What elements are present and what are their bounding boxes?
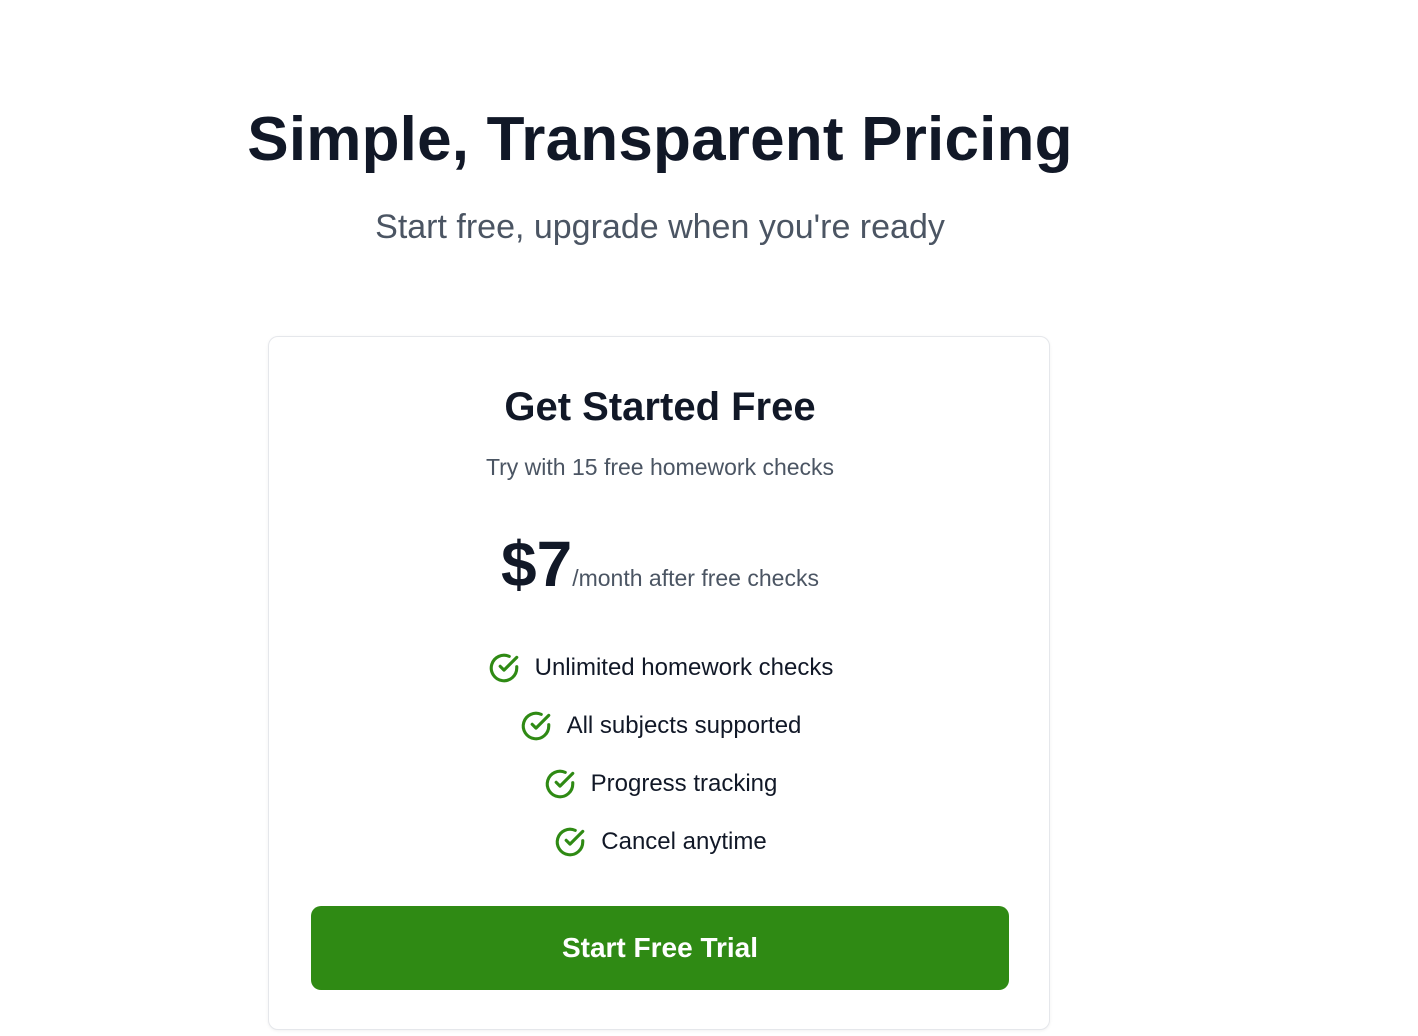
feature-label: All subjects supported bbox=[566, 712, 802, 739]
start-free-trial-button[interactable]: Start Free Trial bbox=[311, 906, 1009, 990]
feature-item: Progress tracking bbox=[269, 755, 1051, 813]
feature-label: Progress tracking bbox=[590, 770, 778, 797]
pricing-page: Simple, Transparent Pricing Start free, … bbox=[0, 0, 1418, 1036]
pricing-card: Get Started Free Try with 15 free homewo… bbox=[268, 336, 1050, 1030]
check-circle-icon bbox=[553, 825, 587, 859]
check-circle-icon bbox=[543, 767, 577, 801]
plan-tagline: Try with 15 free homework checks bbox=[485, 454, 835, 480]
check-circle-icon bbox=[519, 709, 553, 743]
feature-label: Cancel anytime bbox=[601, 828, 767, 855]
price-row: $7/month after free checks bbox=[269, 527, 1051, 601]
feature-item: Cancel anytime bbox=[269, 813, 1051, 871]
plan-name: Get Started Free bbox=[504, 385, 816, 429]
feature-item: Unlimited homework checks bbox=[269, 639, 1051, 697]
feature-item: All subjects supported bbox=[269, 697, 1051, 755]
page-title: Simple, Transparent Pricing bbox=[247, 105, 1073, 174]
price-period: /month after free checks bbox=[572, 565, 819, 591]
feature-list: Unlimited homework checks All subjects s… bbox=[269, 639, 1051, 871]
page-subtitle: Start free, upgrade when you're ready bbox=[375, 208, 945, 246]
price-amount: $7 bbox=[501, 528, 573, 600]
check-circle-icon bbox=[487, 651, 521, 685]
feature-label: Unlimited homework checks bbox=[534, 654, 834, 681]
